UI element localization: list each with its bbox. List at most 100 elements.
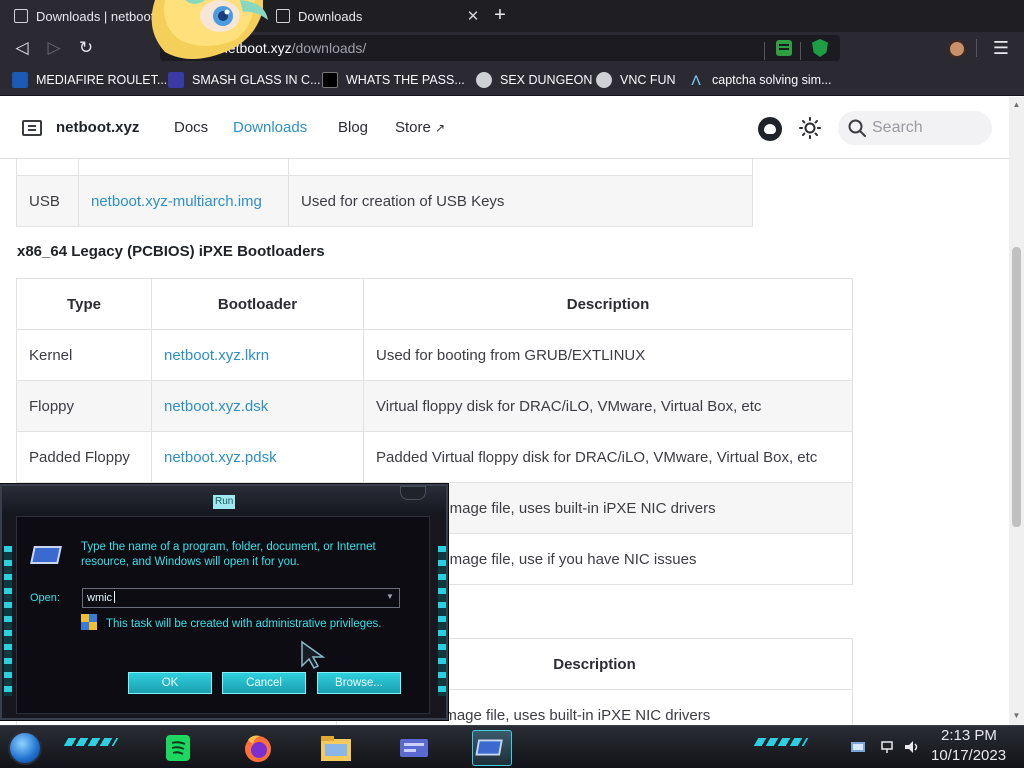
bookmark-item[interactable]: VNC FUN xyxy=(596,70,676,90)
search-placeholder: Search xyxy=(872,119,923,136)
taskbar: 2:13 PM 10/17/2023 xyxy=(0,725,1024,768)
site-logo[interactable]: netboot.xyz xyxy=(56,119,139,136)
start-button[interactable] xyxy=(8,731,42,765)
browse-button[interactable]: Browse... xyxy=(317,672,401,694)
text-caret xyxy=(114,591,116,603)
nav-docs[interactable]: Docs xyxy=(174,119,208,136)
taskbar-file-explorer[interactable] xyxy=(316,730,356,766)
search-input[interactable]: Search xyxy=(838,111,992,145)
tray-action-center-icon[interactable] xyxy=(850,740,866,754)
table-row: USB netboot.xyz-multiarch.img Used for c… xyxy=(16,175,753,227)
download-link[interactable]: netboot.xyz-multiarch.img xyxy=(91,193,262,210)
column-header: Bootloader xyxy=(151,278,364,330)
uac-shield-icon xyxy=(81,614,97,630)
bookmark-item[interactable]: Λcaptcha solving sim... xyxy=(688,70,831,90)
nav-store-label: Store xyxy=(395,119,431,136)
clock-time[interactable]: 2:13 PM xyxy=(941,727,997,744)
run-command-value: wmic xyxy=(87,592,113,604)
download-link[interactable]: netboot.xyz.lkrn xyxy=(164,347,269,364)
account-avatar-icon[interactable] xyxy=(948,40,966,58)
frame-decoration xyxy=(4,546,12,696)
vnc-icon xyxy=(596,72,612,88)
new-tab-button[interactable]: + xyxy=(488,4,512,28)
page-scrollbar[interactable]: ▲ ▼ xyxy=(1009,97,1024,725)
dialog-close-icon[interactable] xyxy=(400,486,426,500)
download-link[interactable]: netboot.xyz.pdsk xyxy=(164,449,277,466)
description-cell: Used for creation of USB Keys xyxy=(288,175,753,227)
cancel-button[interactable]: Cancel xyxy=(222,672,306,694)
reader-extension-icon[interactable] xyxy=(776,40,792,56)
table-header-row: Type Bootloader Description xyxy=(16,278,853,330)
screen: Downloads | netboot Downloads ✕ + ◁ ▷ ↻ … xyxy=(0,0,1024,768)
download-link[interactable]: netboot.xyz.dsk xyxy=(164,398,268,415)
bookmark-item[interactable]: SMASH GLASS IN C... xyxy=(168,70,321,90)
captcha-icon: Λ xyxy=(691,72,701,88)
volume-icon[interactable] xyxy=(904,740,920,754)
tab-title: Downloads xyxy=(298,8,363,24)
nav-downloads[interactable]: Downloads xyxy=(233,119,307,136)
column-header: Description xyxy=(363,278,853,330)
bookmark-label: SEX DUNGEON xyxy=(500,73,593,87)
taskbar-control-panel[interactable] xyxy=(394,730,434,766)
theme-toggle-sun-icon[interactable] xyxy=(799,117,821,139)
ok-button[interactable]: OK xyxy=(128,672,212,694)
search-icon xyxy=(848,119,866,137)
file-explorer-icon xyxy=(321,736,351,761)
table-row: Padded Floppy netboot.xyz.pdsk Padded Vi… xyxy=(16,431,853,483)
description-cell: Padded Virtual floppy disk for DRAC/iLO,… xyxy=(363,431,853,483)
description-cell: Virtual floppy disk for DRAC/iLO, VMware… xyxy=(363,380,853,432)
type-cell: Floppy xyxy=(16,380,152,432)
taskbar-run[interactable] xyxy=(472,730,512,766)
taskbar-spotify[interactable] xyxy=(158,730,198,766)
bookmark-item[interactable]: WHATS THE PASS... xyxy=(322,70,465,90)
table-row: Floppy netboot.xyz.dsk Virtual floppy di… xyxy=(16,380,853,432)
bookmark-label: WHATS THE PASS... xyxy=(346,73,465,87)
taskbar-firefox[interactable] xyxy=(238,730,278,766)
divider xyxy=(800,42,801,60)
dungeon-icon xyxy=(476,72,492,88)
hamburger-menu-icon[interactable]: ☰ xyxy=(990,36,1012,60)
external-link-icon: ↗ xyxy=(435,121,446,135)
reload-icon[interactable]: ↻ xyxy=(74,36,98,60)
scroll-up-arrow-icon[interactable]: ▲ xyxy=(1012,100,1021,110)
divider xyxy=(976,39,977,57)
back-arrow-icon[interactable]: ◁ xyxy=(10,36,34,60)
dialog-description: Type the name of a program, folder, docu… xyxy=(81,541,376,568)
table-row: Kernel netboot.xyz.lkrn Used for booting… xyxy=(16,329,853,381)
type-cell: Kernel xyxy=(16,329,152,381)
description-cell: Used for booting from GRUB/EXTLINUX xyxy=(363,329,853,381)
type-cell: Padded Floppy xyxy=(16,431,152,483)
column-header: Type xyxy=(16,278,152,330)
dialog-title: Run xyxy=(213,495,236,509)
bookmark-label: SMASH GLASS IN C... xyxy=(192,73,321,87)
section-title: x86_64 Legacy (PCBIOS) iPXE Bootloaders xyxy=(17,243,325,260)
bookmark-item[interactable]: SEX DUNGEON xyxy=(476,70,592,90)
run-command-input[interactable]: wmic xyxy=(82,588,400,608)
description-text: t image file, uses built-in iPXE NIC dri… xyxy=(438,499,716,517)
nav-store[interactable]: Store ↗ xyxy=(395,119,445,136)
anime-mascot-icon xyxy=(151,0,268,59)
taskbar-decoration xyxy=(63,738,119,746)
network-icon[interactable] xyxy=(880,740,896,754)
shield-extension-icon[interactable] xyxy=(812,39,828,57)
bookmark-label: MEDIAFIRE ROULET... xyxy=(36,73,168,87)
clock-date[interactable]: 10/17/2023 xyxy=(931,747,1006,764)
tab-downloads[interactable]: Downloads ✕ xyxy=(262,0,484,32)
tab-close-icon[interactable]: ✕ xyxy=(462,7,484,25)
forward-arrow-icon[interactable]: ▷ xyxy=(42,36,66,60)
run-app-icon xyxy=(30,546,62,564)
bookmark-label: VNC FUN xyxy=(620,73,676,87)
run-dialog: Run Type the name of a program, folder, … xyxy=(0,484,448,720)
admin-privileges-note: This task will be created with administr… xyxy=(106,618,382,630)
nav-blog[interactable]: Blog xyxy=(338,119,368,136)
scrollbar-thumb[interactable] xyxy=(1012,247,1021,527)
netboot-logo-icon[interactable] xyxy=(22,120,42,136)
bookmark-item[interactable]: MEDIAFIRE ROULET... xyxy=(12,70,167,90)
description-text: t image file, use if you have NIC issues xyxy=(438,550,697,568)
dropdown-arrow-icon[interactable]: ▼ xyxy=(385,592,395,604)
github-icon[interactable] xyxy=(758,117,782,141)
run-icon xyxy=(475,739,503,756)
bootloader-cell: netboot.xyz.dsk xyxy=(151,380,364,432)
scroll-down-arrow-icon[interactable]: ▼ xyxy=(1012,711,1021,721)
open-label: Open: xyxy=(30,592,60,604)
